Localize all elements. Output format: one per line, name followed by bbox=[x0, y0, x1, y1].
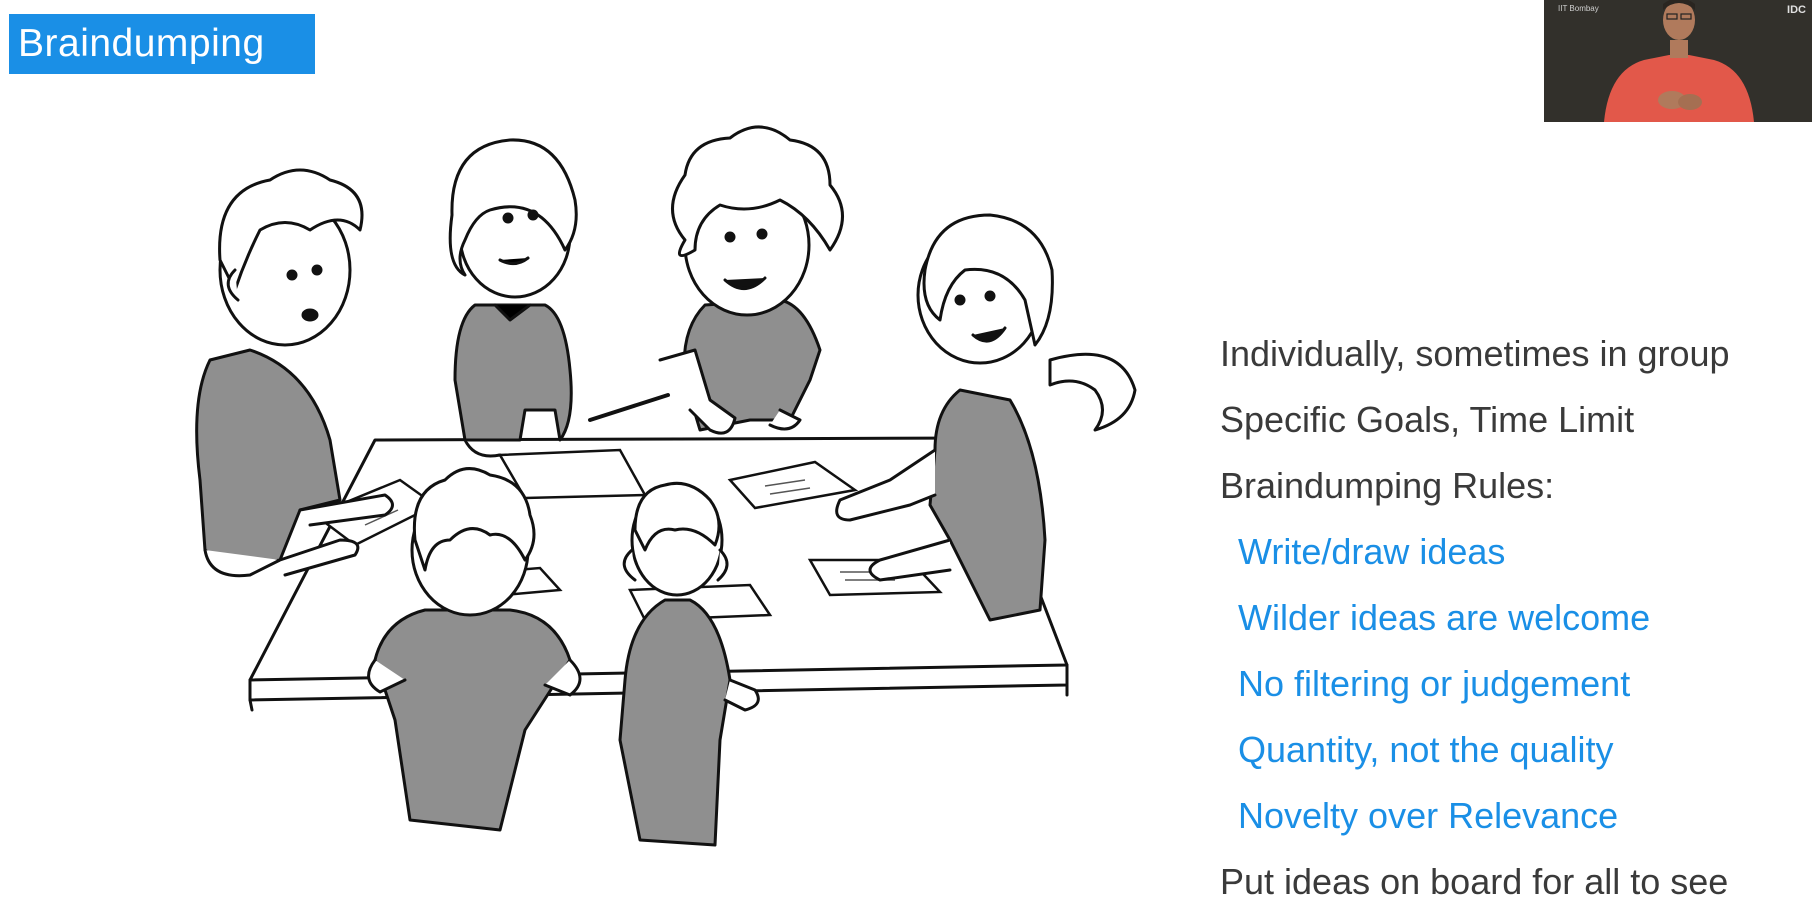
rule-item: Novelty over Relevance bbox=[1238, 795, 1619, 836]
presenter-image bbox=[1544, 0, 1812, 122]
bullet-item: Individually, sometimes in group bbox=[1220, 333, 1730, 374]
group-brainstorm-illustration bbox=[195, 125, 1137, 847]
slide: Braindumping IIT Bombay IDC Individually… bbox=[0, 0, 1812, 909]
bullet-list: Individually, sometimes in group Specifi… bbox=[1220, 326, 1812, 909]
bullet-item: Braindumping Rules: bbox=[1220, 465, 1555, 506]
bullet-item: Specific Goals, Time Limit bbox=[1220, 399, 1635, 440]
slide-title: Braindumping bbox=[9, 14, 315, 74]
bullet-item: Put ideas on board for all to see bbox=[1220, 861, 1729, 902]
webcam-logo-right: IDC bbox=[1787, 4, 1806, 16]
rule-item: Write/draw ideas bbox=[1238, 531, 1506, 572]
webcam-logo-left: IIT Bombay bbox=[1558, 4, 1599, 13]
rule-item: No filtering or judgement bbox=[1238, 663, 1631, 704]
webcam-inset: IIT Bombay IDC bbox=[1544, 0, 1812, 122]
rule-item: Wilder ideas are welcome bbox=[1238, 597, 1651, 638]
rule-item: Quantity, not the quality bbox=[1238, 729, 1614, 770]
